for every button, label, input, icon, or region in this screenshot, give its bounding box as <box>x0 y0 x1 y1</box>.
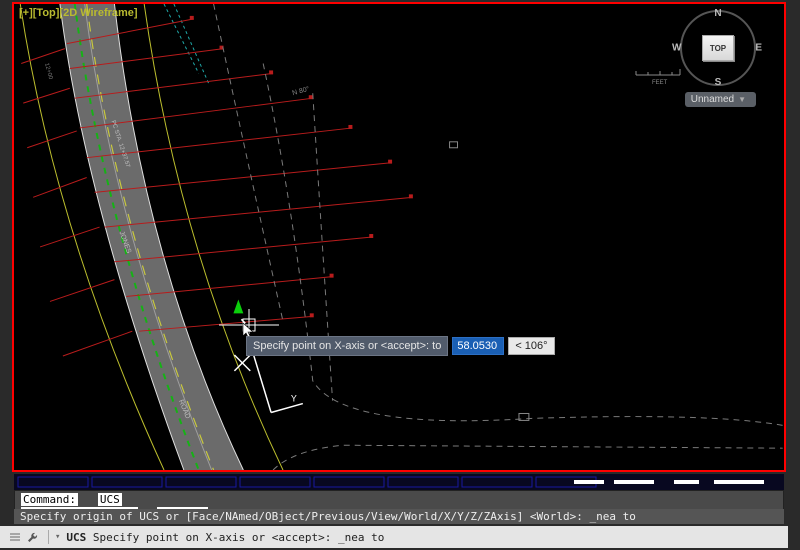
angle-readout: < 106° <box>508 337 554 355</box>
view-dropdown-label: Unnamed <box>691 94 734 105</box>
svg-text:Y: Y <box>291 394 297 404</box>
view-dropdown[interactable]: Unnamed ▼ <box>685 92 756 107</box>
chevron-down-icon: ▼ <box>738 95 746 104</box>
viewcube-e[interactable]: E <box>755 43 762 54</box>
svg-text:12+00: 12+00 <box>43 62 53 80</box>
cmd-line-command: UCS <box>66 531 86 544</box>
svg-text:N 80°: N 80° <box>291 85 310 97</box>
viewcube[interactable]: N S E W TOP <box>646 10 756 100</box>
viewcube-n[interactable]: N <box>714 8 721 19</box>
viewport-controls[interactable]: [+][Top][2D Wireframe] <box>19 7 138 19</box>
viewcube-s[interactable]: S <box>715 77 722 88</box>
distance-input[interactable] <box>452 337 504 355</box>
customize-icon[interactable] <box>8 530 22 544</box>
cmd-history-line1-label: Command: <box>21 493 78 506</box>
layout-tabs[interactable] <box>14 474 784 490</box>
wrench-icon[interactable] <box>26 530 40 544</box>
viewcube-top-face[interactable]: TOP <box>702 35 734 61</box>
recent-commands-icon[interactable]: ▾ <box>55 532 60 542</box>
cmd-history-line1-val: UCS <box>98 493 122 506</box>
dynamic-prompt: Specify point on X-axis or <accept>: to <box>246 336 448 356</box>
drawing-viewport[interactable]: [+][Top][2D Wireframe] <box>12 2 786 472</box>
viewcube-w[interactable]: W <box>672 43 681 54</box>
cmd-history-prompt: Specify origin of UCS or [Face/NAmed/OBj… <box>14 509 784 524</box>
dynamic-input[interactable]: Specify point on X-axis or <accept>: to … <box>246 336 555 356</box>
cmd-line-text: Specify point on X-axis or <accept>: _ne… <box>86 531 384 544</box>
command-line[interactable]: ▾ Specify origin of UCS or [Face/NAmed/O… <box>0 526 800 548</box>
